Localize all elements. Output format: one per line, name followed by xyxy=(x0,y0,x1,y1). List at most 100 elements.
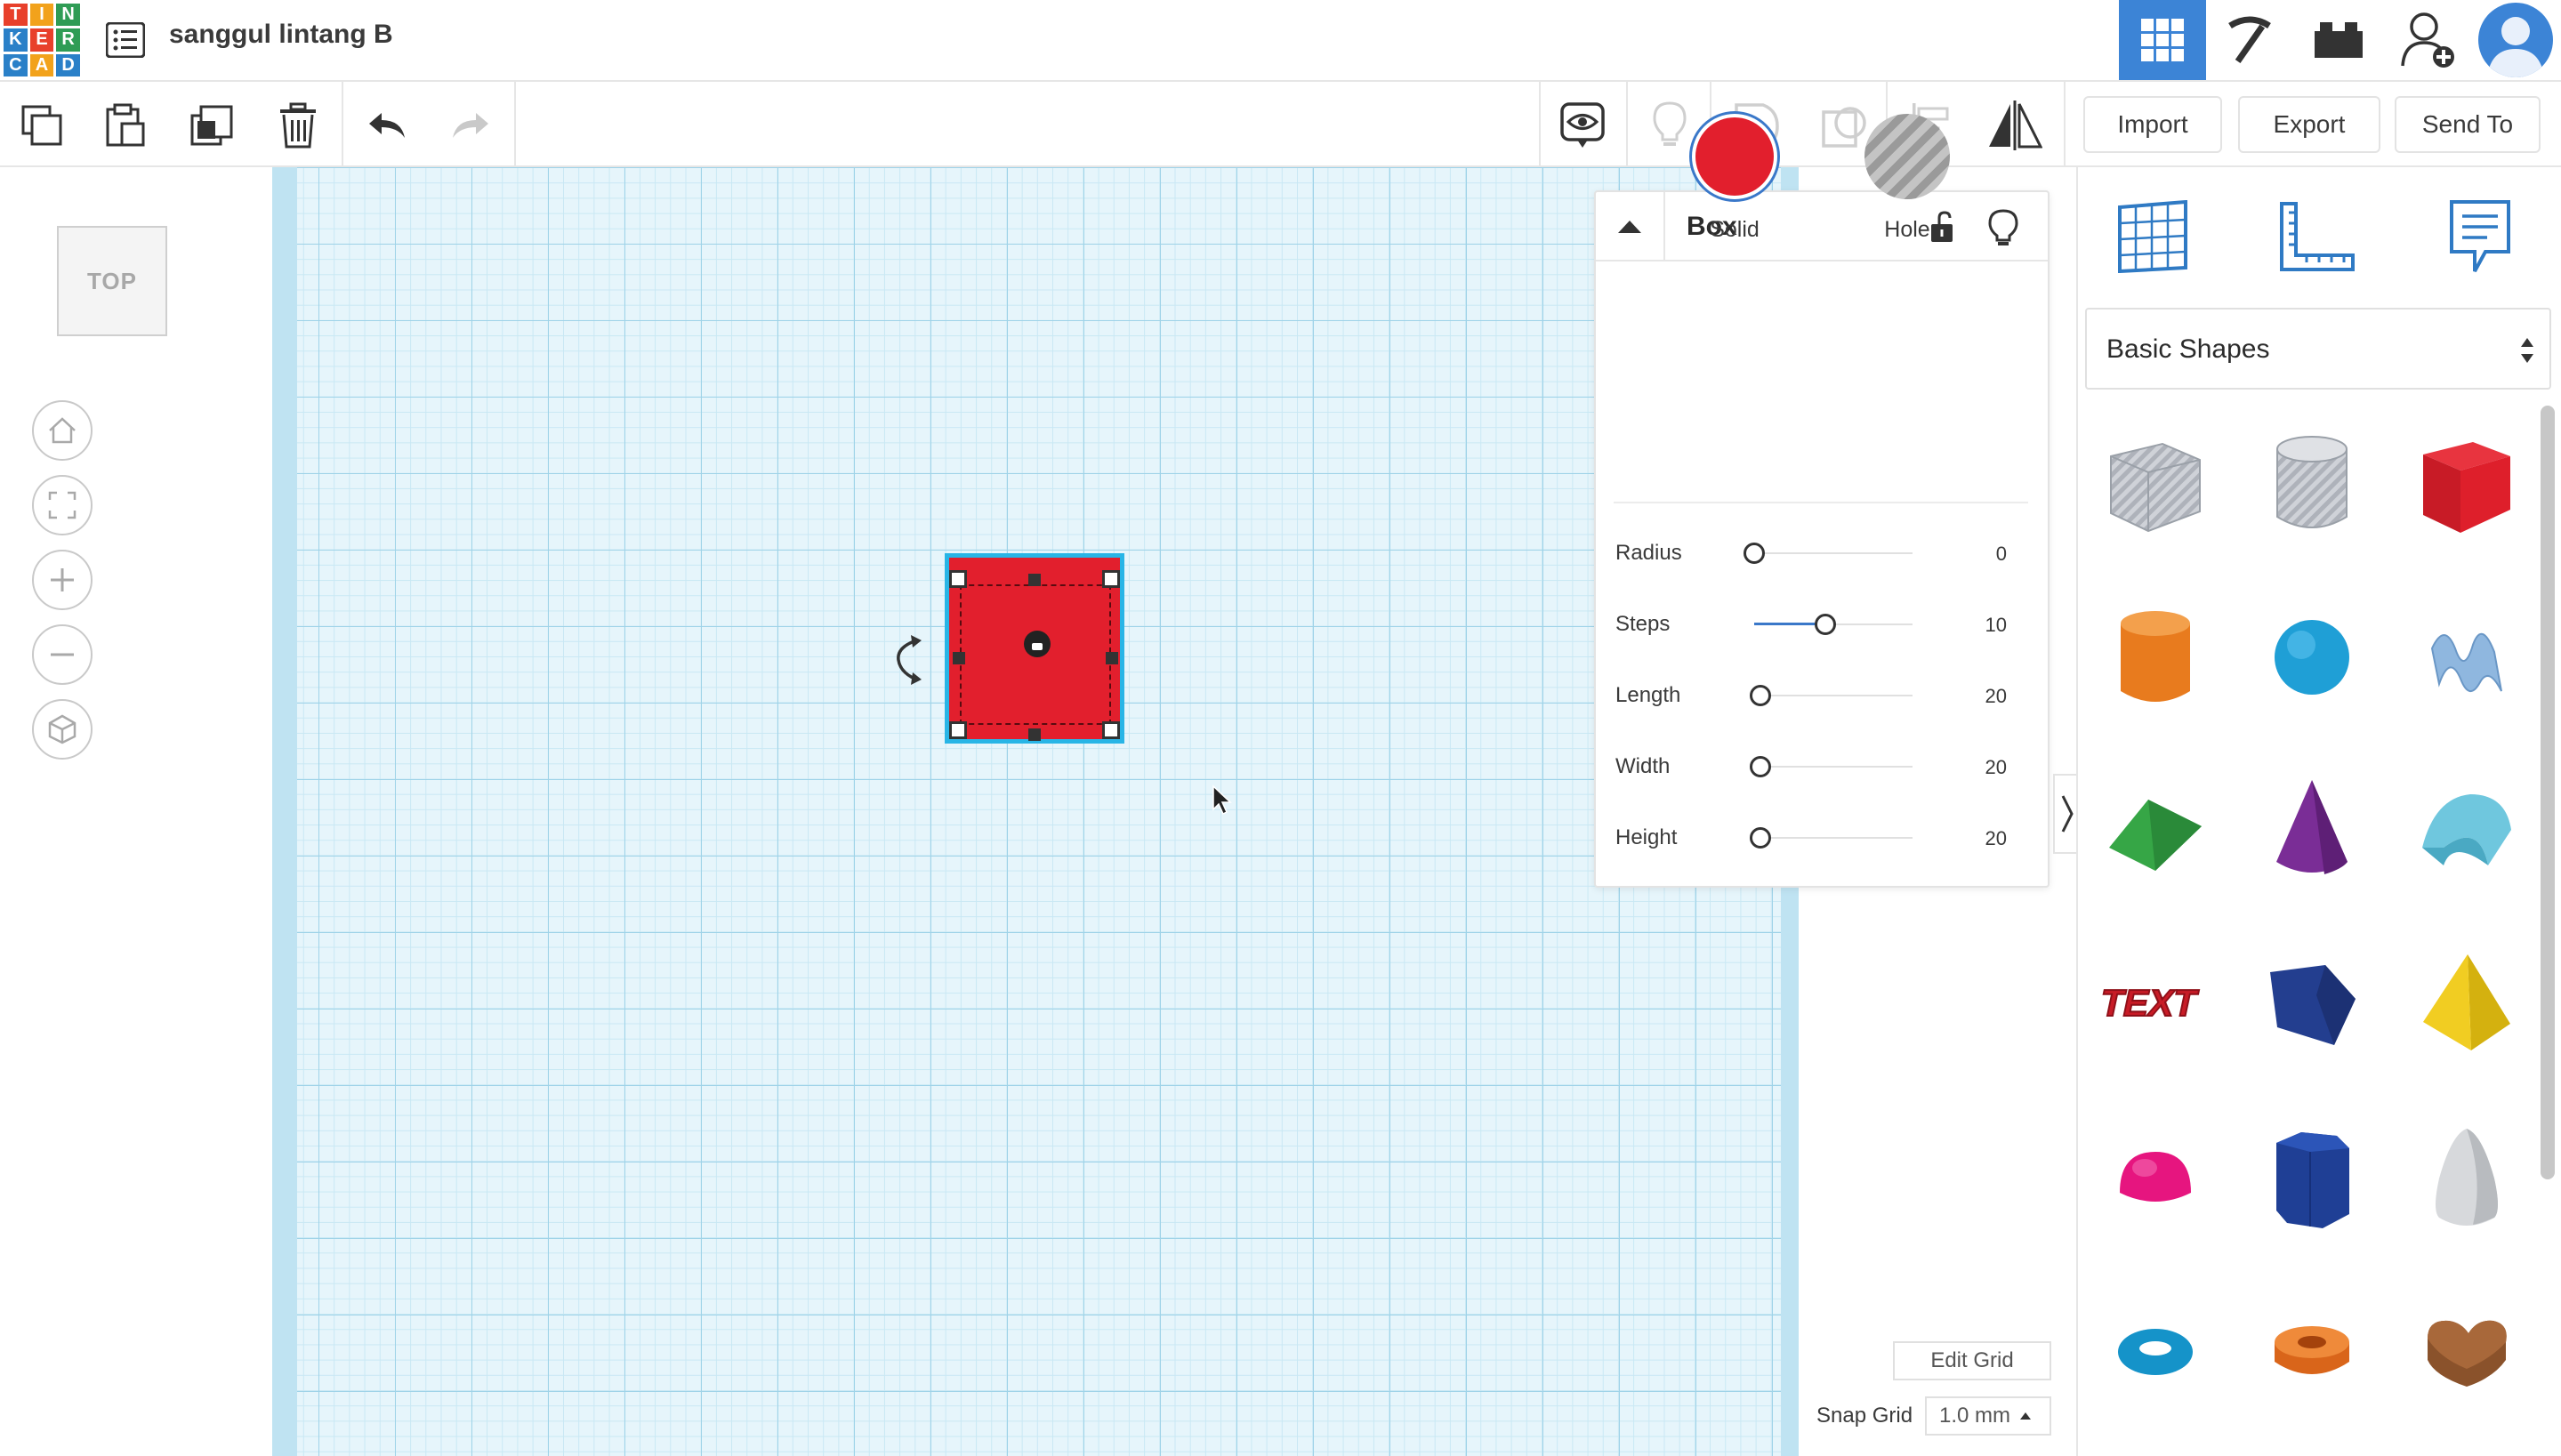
shape-box[interactable] xyxy=(2409,425,2525,541)
slider-knob[interactable] xyxy=(1750,756,1772,777)
inspector-collapse-button[interactable] xyxy=(1596,192,1665,261)
rotate-arrow-icon xyxy=(897,635,922,685)
hole-label: Hole xyxy=(1884,217,1930,242)
design-title[interactable]: sanggul lintang B xyxy=(169,20,393,50)
shape-cylinder[interactable] xyxy=(2098,599,2213,715)
paste-button[interactable] xyxy=(98,98,153,153)
notes-tool-button[interactable] xyxy=(2436,192,2525,281)
edge-handle[interactable] xyxy=(1106,652,1118,664)
paste-icon xyxy=(106,103,145,147)
shape-torus[interactable] xyxy=(2098,1293,2213,1409)
slider-track[interactable] xyxy=(1754,837,1913,839)
notes-visibility-button[interactable] xyxy=(1555,98,1610,153)
bulb-icon[interactable] xyxy=(1985,208,2021,247)
export-button[interactable]: Export xyxy=(2238,96,2380,153)
corner-handle[interactable] xyxy=(949,570,967,588)
design-list-button[interactable] xyxy=(101,16,149,64)
shape-text[interactable]: TEXT xyxy=(2098,946,2213,1062)
prop-radius: Radius 0 xyxy=(1615,535,2025,571)
workplane-grid[interactable] xyxy=(272,167,1799,1456)
fit-view-button[interactable] xyxy=(32,475,93,535)
circuits-button[interactable] xyxy=(2206,0,2293,80)
slider-knob[interactable] xyxy=(1750,827,1772,849)
hole-swatch[interactable] xyxy=(1864,114,1950,199)
shape-cone[interactable] xyxy=(2254,772,2370,888)
redo-icon xyxy=(453,113,488,138)
shape-category-select[interactable]: Basic Shapes xyxy=(2085,308,2551,390)
codeblocks-button[interactable] xyxy=(2295,0,2382,80)
workplane-tool-button[interactable] xyxy=(2108,192,2197,281)
shape-pyramid[interactable] xyxy=(2409,946,2525,1062)
slider-track[interactable] xyxy=(1754,766,1913,768)
solid-material-option[interactable]: Solid xyxy=(1690,114,1779,243)
bricks-icon xyxy=(2315,22,2363,58)
torus-icon xyxy=(2118,1329,2193,1375)
solid-color-swatch[interactable] xyxy=(1692,114,1777,199)
shape-scribble[interactable] xyxy=(2409,599,2525,715)
shape-round-roof[interactable] xyxy=(2409,772,2525,888)
edit-grid-button[interactable]: Edit Grid xyxy=(1893,1341,2051,1380)
edge-handle[interactable] xyxy=(1028,574,1041,586)
heart-icon xyxy=(2428,1320,2507,1387)
shape-tube[interactable] xyxy=(2254,1293,2370,1409)
lift-handle[interactable] xyxy=(1024,631,1051,657)
delete-button[interactable] xyxy=(270,98,326,153)
prop-value[interactable]: 20 xyxy=(1985,827,2007,850)
selected-box-shape[interactable] xyxy=(945,553,1124,744)
perspective-button[interactable] xyxy=(32,699,93,760)
import-button[interactable]: Import xyxy=(2083,96,2222,153)
rotate-handle[interactable] xyxy=(891,635,927,685)
shape-roof[interactable] xyxy=(2098,772,2213,888)
shape-box-hole[interactable] xyxy=(2098,425,2213,541)
shape-wedge[interactable] xyxy=(2254,946,2370,1062)
shape-cylinder-hole[interactable] xyxy=(2254,425,2370,541)
send-to-button[interactable]: Send To xyxy=(2395,96,2541,153)
shape-sphere[interactable] xyxy=(2254,599,2370,715)
edge-handle[interactable] xyxy=(1028,728,1041,741)
edge-handle[interactable] xyxy=(953,652,965,664)
invite-user-button[interactable] xyxy=(2386,0,2473,80)
profile-avatar[interactable] xyxy=(2471,0,2560,80)
ruler-tool-button[interactable] xyxy=(2272,192,2361,281)
hole-material-option[interactable]: Hole xyxy=(1863,114,1952,243)
trash-icon xyxy=(280,102,316,149)
zoom-in-button[interactable] xyxy=(32,550,93,610)
box-hole-icon xyxy=(2110,442,2201,533)
slider-knob[interactable] xyxy=(1744,543,1765,564)
wedge-icon xyxy=(2270,965,2356,1045)
slider-knob[interactable] xyxy=(1815,614,1837,635)
view-cube[interactable]: TOP xyxy=(57,226,167,336)
corner-handle[interactable] xyxy=(1102,721,1120,739)
snap-grid-select[interactable]: 1.0 mm xyxy=(1925,1396,2051,1436)
3d-design-view-button[interactable] xyxy=(2119,0,2206,80)
prop-value[interactable]: 20 xyxy=(1985,685,2007,708)
shapes-scrollbar[interactable] xyxy=(2541,406,2555,1179)
zoom-out-button[interactable] xyxy=(32,624,93,685)
sphere-icon xyxy=(2275,620,2349,695)
prop-value[interactable]: 20 xyxy=(1985,756,2007,779)
redo-button[interactable] xyxy=(443,98,498,153)
corner-handle[interactable] xyxy=(1102,570,1120,588)
shape-paraboloid[interactable] xyxy=(2409,1121,2525,1236)
prop-value[interactable]: 0 xyxy=(1996,543,2007,566)
prop-value[interactable]: 10 xyxy=(1985,614,2007,637)
shape-heart[interactable] xyxy=(2409,1293,2525,1409)
slider-knob[interactable] xyxy=(1750,685,1772,706)
prop-height: Height 20 xyxy=(1615,820,2025,856)
duplicate-icon xyxy=(190,105,233,146)
copy-button[interactable] xyxy=(14,98,69,153)
tinkercad-logo[interactable]: T I N K E R C A D xyxy=(4,4,80,76)
add-user-icon xyxy=(2401,12,2454,68)
mirror-button[interactable] xyxy=(1987,98,2042,153)
toolbar-divider xyxy=(1626,82,1628,167)
home-view-button[interactable] xyxy=(32,400,93,461)
duplicate-button[interactable] xyxy=(185,98,240,153)
show-all-button[interactable] xyxy=(1642,98,1697,153)
shape-polygon[interactable] xyxy=(2254,1121,2370,1236)
shape-half-sphere[interactable] xyxy=(2098,1121,2213,1236)
undo-button[interactable] xyxy=(359,98,415,153)
slider-track[interactable] xyxy=(1754,552,1913,554)
slider-track[interactable] xyxy=(1754,695,1913,696)
logo-letter: A xyxy=(29,53,54,76)
corner-handle[interactable] xyxy=(949,721,967,739)
